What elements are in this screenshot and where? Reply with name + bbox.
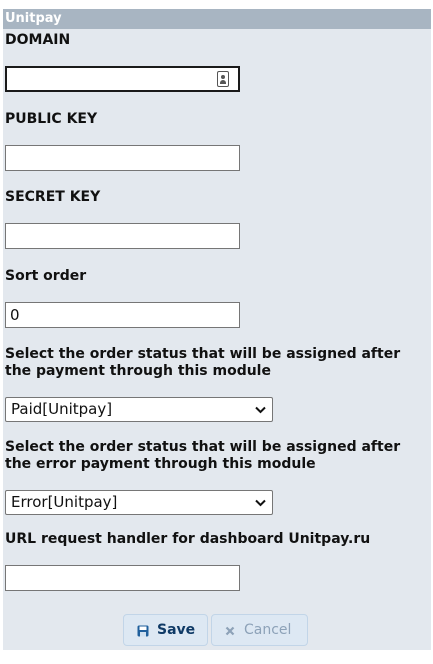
- handler-url-label: URL request handler for dashboard Unitpa…: [5, 531, 371, 547]
- chevron-down-icon: [255, 406, 266, 414]
- cancel-button-label: Cancel: [244, 622, 292, 638]
- panel-header: Unitpay: [3, 9, 431, 29]
- public-key-label: PUBLIC KEY: [5, 111, 98, 127]
- secret-key-label: SECRET KEY: [5, 189, 101, 205]
- close-icon: [225, 626, 235, 636]
- chevron-down-icon: [255, 499, 266, 507]
- floppy-disk-icon: [137, 625, 149, 637]
- error-status-select[interactable]: Error[Unitpay]: [5, 490, 273, 515]
- sort-order-label: Sort order: [5, 268, 87, 284]
- sort-order-input[interactable]: [5, 302, 240, 328]
- save-button[interactable]: Save: [123, 614, 208, 646]
- success-status-select[interactable]: Paid[Unitpay]: [5, 397, 273, 422]
- contact-card-icon[interactable]: [217, 71, 229, 87]
- domain-label: DOMAIN: [5, 32, 71, 48]
- save-button-label: Save: [157, 622, 196, 638]
- success-status-label: Select the order status that will be ass…: [5, 346, 401, 379]
- success-status-value: Paid[Unitpay]: [11, 400, 113, 418]
- handler-url-input[interactable]: [5, 565, 240, 591]
- error-status-value: Error[Unitpay]: [11, 493, 118, 511]
- secret-key-input[interactable]: [5, 223, 240, 249]
- panel-title: Unitpay: [5, 11, 62, 26]
- public-key-input[interactable]: [5, 145, 240, 171]
- error-status-label: Select the order status that will be ass…: [5, 439, 401, 472]
- cancel-button[interactable]: Cancel: [211, 614, 308, 646]
- domain-input[interactable]: [5, 66, 240, 92]
- unitpay-settings-panel: Unitpay DOMAIN PUBLIC KEY SECRET KEY Sor…: [3, 9, 431, 650]
